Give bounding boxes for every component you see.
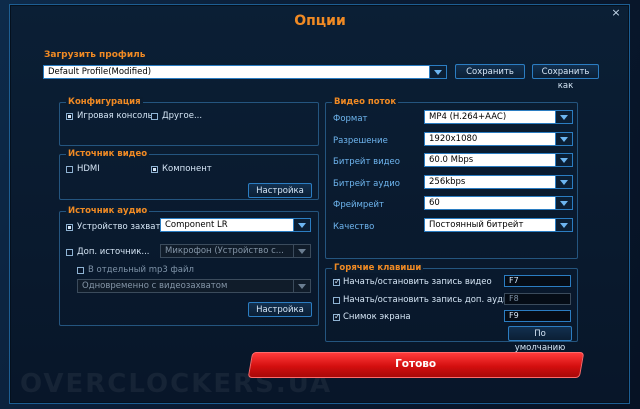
- hotkeys-title: Горячие клавиши: [332, 263, 424, 273]
- quality-select[interactable]: Постоянный битрейт: [424, 218, 573, 232]
- other-label: Другое...: [162, 111, 203, 121]
- configuration-title: Конфигурация: [66, 97, 143, 107]
- hotkey-record-audio-field[interactable]: F8: [504, 293, 571, 305]
- capture-device-label: Устройство захвата: [77, 222, 166, 232]
- capture-device-select[interactable]: Component LR: [160, 218, 311, 232]
- video-bitrate-label: Битрейт видео: [333, 157, 400, 167]
- profile-label: Загрузить профиль: [44, 50, 146, 60]
- video-settings-button[interactable]: Настройка: [248, 183, 312, 198]
- chevron-down-icon: [429, 66, 446, 78]
- profile-value: Default Profile(Modified): [48, 67, 152, 77]
- other-radio[interactable]: [151, 113, 158, 120]
- format-label: Формат: [333, 114, 368, 124]
- resolution-value: 1920x1080: [429, 134, 478, 144]
- hotkey-screenshot-field[interactable]: F9: [504, 310, 571, 322]
- save-button[interactable]: Сохранить: [455, 64, 525, 79]
- framerate-label: Фреймрейт: [333, 200, 384, 210]
- hotkey-screenshot-label: Снимок экрана: [343, 312, 411, 322]
- configuration-panel: Конфигурация: [59, 97, 319, 146]
- hotkey-record-audio-label: Начать/остановить запись доп. аудио: [343, 295, 514, 305]
- chevron-down-icon: [293, 219, 310, 231]
- component-radio[interactable]: [151, 166, 158, 173]
- hdmi-label: HDMI: [77, 164, 100, 174]
- chevron-down-icon: [293, 245, 310, 257]
- quality-label: Качество: [333, 222, 375, 232]
- resolution-label: Разрешение: [333, 136, 388, 146]
- component-label: Компонент: [162, 164, 212, 174]
- hotkey-record-video-label: Начать/остановить запись видео: [343, 277, 492, 287]
- format-value: MP4 (H.264+AAC): [429, 112, 507, 122]
- audio-bitrate-value: 256kbps: [429, 177, 466, 187]
- extra-source-select[interactable]: Микрофон (Устройство с...: [160, 244, 311, 258]
- hdmi-radio[interactable]: [66, 166, 73, 173]
- game-console-radio[interactable]: [66, 113, 73, 120]
- chevron-down-icon: [555, 176, 572, 188]
- chevron-down-icon: [555, 154, 572, 166]
- audio-bitrate-select[interactable]: 256kbps: [424, 175, 573, 189]
- done-label: Готово: [395, 358, 437, 370]
- video-bitrate-select[interactable]: 60.0 Mbps: [424, 153, 573, 167]
- capture-device-value: Component LR: [165, 220, 228, 230]
- hotkey-record-audio-checkbox[interactable]: [333, 297, 340, 304]
- save-as-button[interactable]: Сохранить как: [532, 64, 599, 91]
- chevron-down-icon: [293, 280, 310, 292]
- video-source-title: Источник видео: [66, 149, 150, 159]
- hotkey-screenshot-checkbox[interactable]: [333, 312, 341, 321]
- extra-source-radio[interactable]: [66, 249, 73, 256]
- dialog-title: Опции: [294, 13, 346, 29]
- game-console-label: Игровая консоль: [77, 111, 153, 121]
- video-bitrate-value: 60.0 Mbps: [429, 155, 474, 165]
- framerate-select[interactable]: 60: [424, 196, 573, 210]
- extra-source-label: Доп. источник...: [77, 247, 150, 257]
- extra-source-value: Микрофон (Устройство с...: [165, 246, 284, 256]
- mp3-mode-select[interactable]: Одновременно с видеозахватом: [77, 279, 311, 293]
- hotkey-record-video-field[interactable]: F7: [504, 275, 571, 287]
- mp3-mode-value: Одновременно с видеозахватом: [82, 281, 228, 291]
- chevron-down-icon: [555, 219, 572, 231]
- quality-value: Постоянный битрейт: [429, 220, 524, 230]
- mp3-label: В отдельный mp3 файл: [88, 265, 194, 275]
- format-select[interactable]: MP4 (H.264+AAC): [424, 110, 573, 124]
- profile-select[interactable]: Default Profile(Modified): [43, 65, 447, 79]
- framerate-value: 60: [429, 198, 440, 208]
- done-button[interactable]: Готово: [247, 352, 585, 378]
- audio-source-title: Источник аудио: [66, 206, 150, 216]
- audio-bitrate-label: Битрейт аудио: [333, 179, 400, 189]
- chevron-down-icon: [555, 197, 572, 209]
- default-hotkeys-button[interactable]: По умолчанию: [508, 326, 572, 353]
- chevron-down-icon: [555, 133, 572, 145]
- audio-settings-button[interactable]: Настройка: [248, 302, 312, 317]
- resolution-select[interactable]: 1920x1080: [424, 132, 573, 146]
- video-stream-title: Видео поток: [332, 97, 399, 107]
- capture-device-radio[interactable]: [66, 224, 73, 231]
- chevron-down-icon: [555, 111, 572, 123]
- hotkey-record-video-checkbox[interactable]: [333, 277, 341, 286]
- mp3-checkbox[interactable]: [77, 267, 84, 274]
